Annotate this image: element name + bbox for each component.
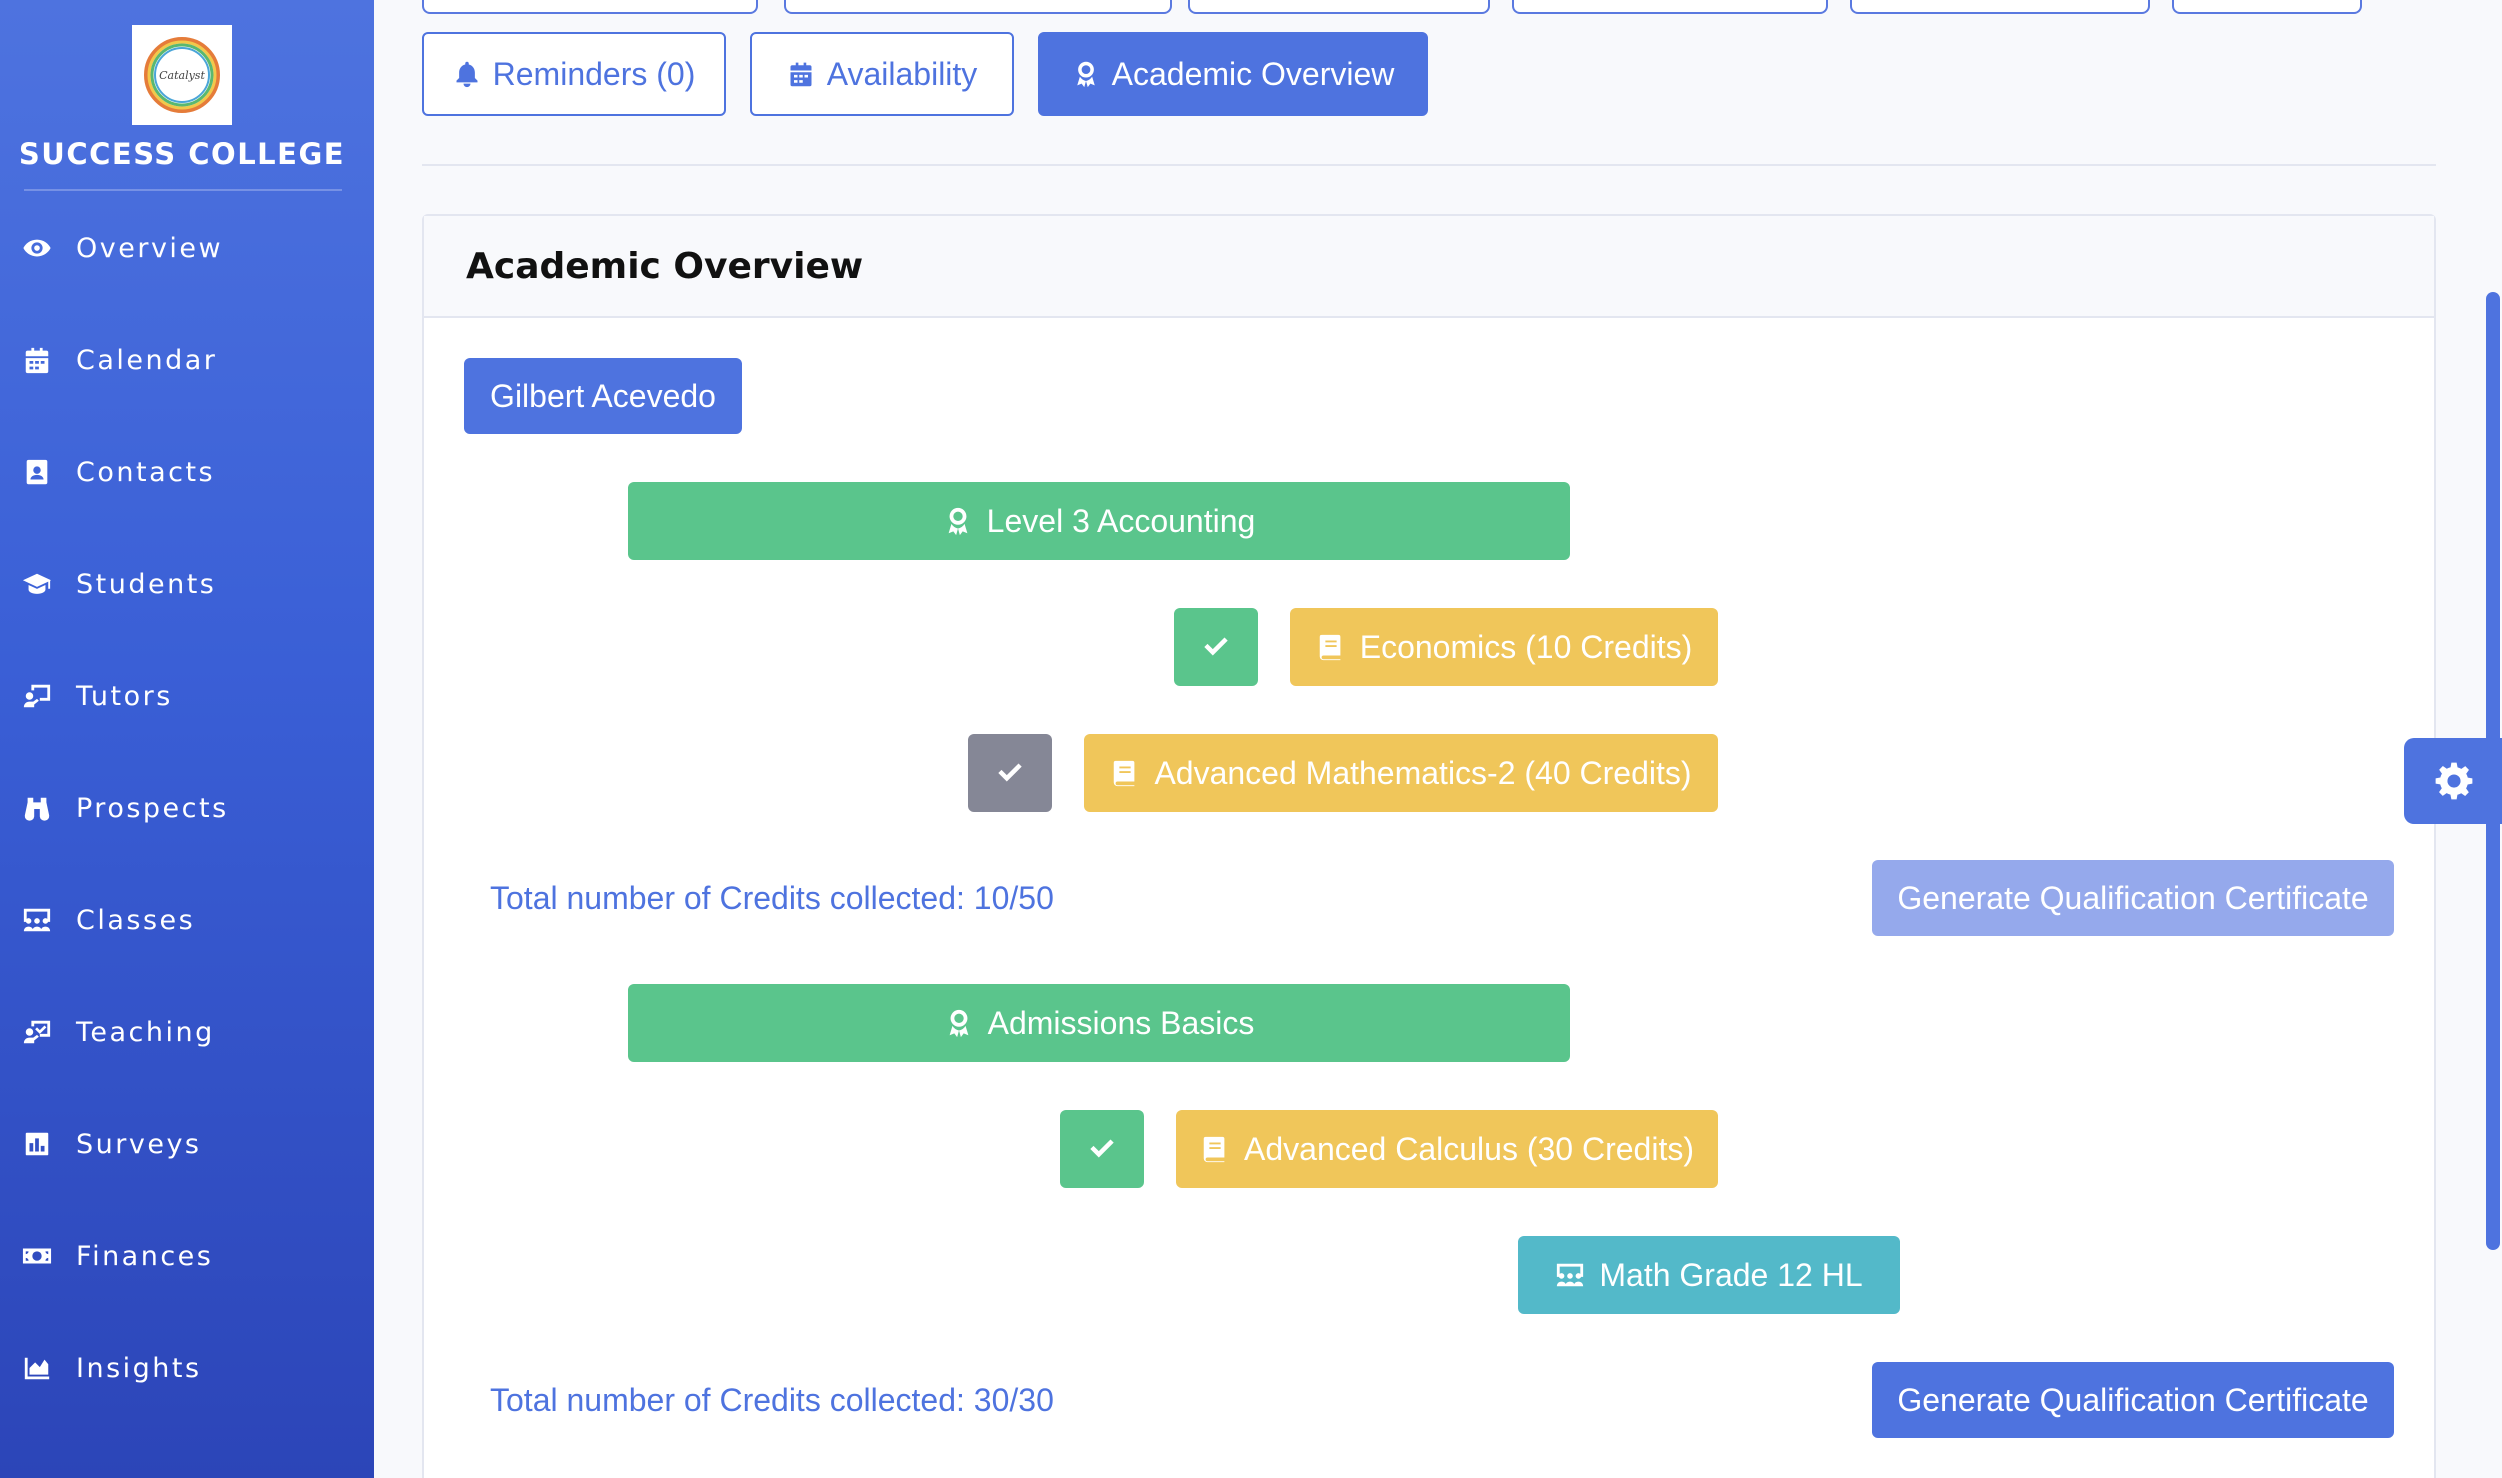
course-complete-toggle[interactable] <box>968 734 1052 812</box>
sidebar-item-teaching[interactable]: Teaching <box>0 992 374 1072</box>
student-name-button[interactable]: Gilbert Acevedo <box>464 358 742 434</box>
brand-divider <box>24 189 342 191</box>
tab-label: Reminders (0) <box>492 55 696 92</box>
calendar-icon <box>790 62 812 87</box>
address-book-icon <box>20 455 54 489</box>
users-class-icon <box>20 903 54 937</box>
credits-total: Total number of Credits collected: 10/50 <box>490 880 1054 916</box>
student-name: Gilbert Acevedo <box>490 377 716 414</box>
qualification-name: Admissions Basics <box>987 1004 1255 1041</box>
svg-text:Catalyst: Catalyst <box>159 69 205 82</box>
qualification-name: Level 3 Accounting <box>986 502 1256 539</box>
scrollbar-thumb[interactable] <box>2486 292 2500 1250</box>
sidebar-item-label: Surveys <box>76 1128 202 1160</box>
award-icon <box>1076 61 1095 88</box>
credits-total: Total number of Credits collected: 30/30 <box>490 1382 1054 1418</box>
sidebar-item-insights[interactable]: Insights <box>0 1328 374 1408</box>
course-name: Advanced Mathematics-2 (40 Credits) <box>1154 754 1692 791</box>
card-header: Academic Overview <box>424 216 2434 318</box>
card-title: Academic Overview <box>466 246 864 287</box>
sidebar-item-label: Overview <box>76 232 224 264</box>
sidebar-item-classes[interactable]: Classes <box>0 880 374 960</box>
sidebar-item-label: Insights <box>76 1352 202 1384</box>
course-name: Economics (10 Credits) <box>1359 628 1693 665</box>
course-complete-toggle[interactable] <box>1174 608 1258 686</box>
poll-icon <box>20 1127 54 1161</box>
brand[interactable]: Catalyst SUCCESS COLLEGE <box>0 0 374 192</box>
check-icon <box>1204 637 1228 656</box>
eye-icon <box>20 231 54 265</box>
sidebar-item-contacts[interactable]: Contacts <box>0 432 374 512</box>
sidebar-item-label: Prospects <box>76 792 229 824</box>
class-button[interactable]: Math Grade 12 HL <box>1518 1236 1900 1314</box>
sidebar-item-overview[interactable]: Overview <box>0 208 374 288</box>
sidebar-item-prospects[interactable]: Prospects <box>0 768 374 848</box>
tab-label: Availability <box>826 55 978 92</box>
course-button[interactable]: Advanced Calculus (30 Credits) <box>1176 1110 1718 1188</box>
chalkboard-check-icon <box>20 1015 54 1049</box>
tab-hidden[interactable] <box>1850 0 2150 14</box>
tab-academic-overview[interactable]: Academic Overview <box>1038 32 1428 116</box>
sidebar-item-label: Finances <box>76 1240 214 1272</box>
brand-logo: Catalyst <box>132 25 232 125</box>
divider <box>422 164 2436 166</box>
book-icon <box>1319 634 1341 661</box>
tab-hidden[interactable] <box>1188 0 1490 14</box>
course-button[interactable]: Economics (10 Credits) <box>1290 608 1718 686</box>
course-name: Advanced Calculus (30 Credits) <box>1244 1130 1694 1167</box>
calendar-icon <box>20 343 54 377</box>
sidebar-item-label: Calendar <box>76 344 218 376</box>
sidebar-item-finances[interactable]: Finances <box>0 1216 374 1296</box>
tab-reminders[interactable]: Reminders (0) <box>422 32 726 116</box>
tab-hidden[interactable] <box>1512 0 1828 14</box>
tab-label: Academic Overview <box>1111 55 1395 92</box>
check-icon <box>1090 1139 1114 1158</box>
book-icon <box>1114 760 1135 787</box>
brand-name: SUCCESS COLLEGE <box>18 137 346 171</box>
check-icon <box>998 763 1022 782</box>
book-icon <box>1203 1136 1225 1163</box>
sidebar-item-tutors[interactable]: Tutors <box>0 656 374 736</box>
chart-area-icon <box>20 1351 54 1385</box>
sidebar: Catalyst SUCCESS COLLEGE Overview Calend… <box>0 0 374 1478</box>
generate-certificate-button[interactable]: Generate Qualification Certificate <box>1872 1362 2394 1438</box>
course-button[interactable]: Advanced Mathematics-2 (40 Credits) <box>1084 734 1718 812</box>
award-icon <box>949 1009 968 1038</box>
sidebar-item-label: Teaching <box>76 1016 215 1048</box>
graduation-cap-icon <box>20 567 54 601</box>
gear-icon <box>2435 762 2473 800</box>
qualification-button[interactable]: Admissions Basics <box>628 984 1570 1062</box>
award-icon <box>948 507 968 536</box>
sidebar-item-label: Contacts <box>76 456 216 488</box>
sidebar-item-label: Classes <box>76 904 196 936</box>
money-bill-icon <box>20 1239 54 1273</box>
button-label: Generate Qualification Certificate <box>1897 879 2369 916</box>
binoculars-icon <box>20 791 54 825</box>
users-class-icon <box>1557 1263 1584 1287</box>
class-name: Math Grade 12 HL <box>1599 1256 1863 1293</box>
tab-hidden[interactable] <box>422 0 758 14</box>
sidebar-item-label: Tutors <box>76 680 173 712</box>
tab-availability[interactable]: Availability <box>750 32 1014 116</box>
generate-certificate-button[interactable]: Generate Qualification Certificate <box>1872 860 2394 936</box>
tab-hidden[interactable] <box>2172 0 2362 14</box>
sidebar-item-surveys[interactable]: Surveys <box>0 1104 374 1184</box>
sidebar-item-label: Students <box>76 568 217 600</box>
course-complete-toggle[interactable] <box>1060 1110 1144 1188</box>
sidebar-item-calendar[interactable]: Calendar <box>0 320 374 400</box>
bell-icon <box>456 61 478 88</box>
chalkboard-teacher-icon <box>20 679 54 713</box>
button-label: Generate Qualification Certificate <box>1897 1381 2369 1418</box>
tab-hidden[interactable] <box>784 0 1172 14</box>
qualification-button[interactable]: Level 3 Accounting <box>628 482 1570 560</box>
sidebar-item-students[interactable]: Students <box>0 544 374 624</box>
